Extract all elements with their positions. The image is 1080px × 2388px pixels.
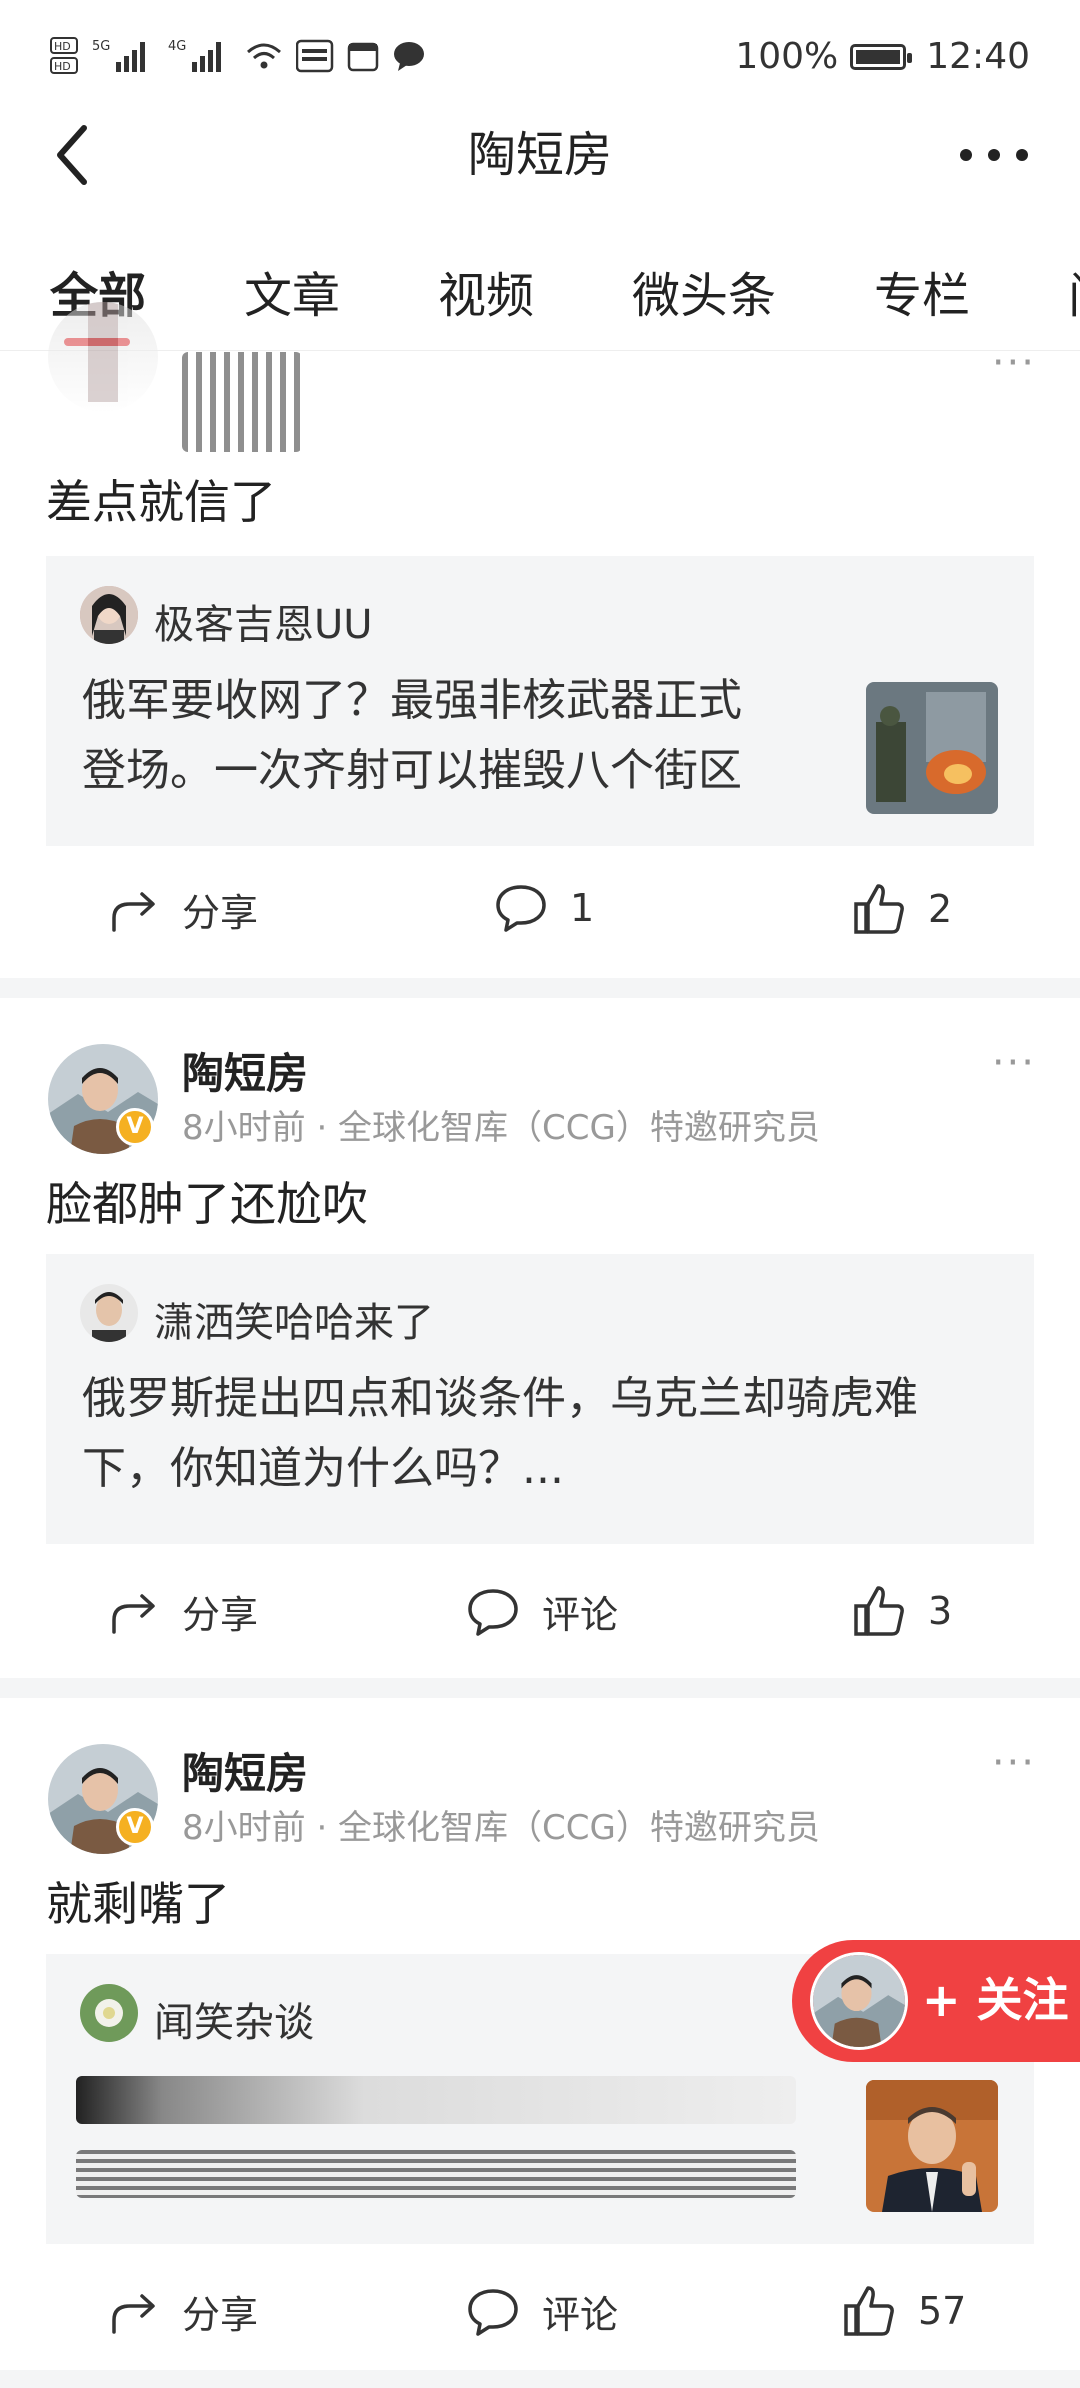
comment-label: 评论 [542, 2293, 619, 2337]
signal-4g-icon: 4G [168, 39, 221, 72]
quote-author-name: 闻笑杂谈 [154, 2000, 314, 2046]
calendar-icon [347, 42, 379, 72]
post-text: 脸都肿了还尬吹 [46, 1177, 368, 1231]
share-button[interactable]: 分享 [108, 882, 258, 937]
battery-icon [850, 43, 913, 70]
quote-author-name: 潇洒笑哈哈来了 [154, 1300, 434, 1346]
author-meta: 8小时前 · 全球化智库（CCG）特邀研究员 [182, 1808, 820, 1848]
tab-columns[interactable]: 专栏 [874, 256, 970, 326]
share-icon [112, 891, 155, 932]
quote-author-avatar [80, 1284, 138, 1342]
share-button[interactable]: 分享 [108, 2284, 258, 2339]
comment-icon [468, 2288, 518, 2336]
like-button[interactable]: 3 [852, 1584, 952, 1638]
author-name[interactable]: 陶短房 [182, 1040, 308, 1101]
tab-weitoutiao[interactable]: 微头条 [632, 256, 776, 326]
like-count: 57 [918, 2289, 967, 2333]
hd-icon: HD HD [50, 37, 78, 74]
quote-text: 俄军要收网了？最强非核武器正式 登场。一次齐射可以摧毁八个街区 [82, 666, 742, 806]
verified-badge-icon: V [116, 1808, 154, 1846]
quote-thumbnail [866, 682, 998, 814]
thumbs-up-icon [854, 884, 904, 934]
tab-qa[interactable]: 问 [1068, 256, 1080, 326]
post-text: 差点就信了 [46, 475, 276, 529]
status-right: 100% 12:40 [735, 36, 1030, 77]
comment-button[interactable]: 评论 [466, 1584, 618, 1639]
comment-button[interactable]: 评论 [466, 2284, 618, 2339]
comment-button[interactable]: 1 [494, 882, 594, 934]
tab-videos[interactable]: 视频 [438, 256, 534, 326]
comment-icon [496, 885, 546, 932]
quote-text: 俄罗斯提出四点和谈条件，乌克兰却骑虎难 下，你知道为什么吗？... [82, 1364, 918, 1504]
author-name-faded [182, 352, 302, 452]
status-left-icons: HD HD 5G 4G [50, 36, 426, 76]
quote-text-line: 下，你知道为什么吗？... [82, 1443, 564, 1494]
thumbs-up-icon [854, 1586, 904, 1636]
post-separator [0, 1678, 1080, 1698]
wifi-icon [247, 43, 281, 69]
like-count: 3 [928, 1589, 953, 1633]
quoted-post[interactable]: 潇洒笑哈哈来了 俄罗斯提出四点和谈条件，乌克兰却骑虎难 下，你知道为什么吗？..… [46, 1254, 1034, 1544]
like-button[interactable]: 2 [852, 882, 952, 936]
post-text: 就剩嘴了 [46, 1877, 230, 1931]
quoted-post[interactable]: 极客吉恩UU 俄军要收网了？最强非核武器正式 登场。一次齐射可以摧毁八个街区 [46, 556, 1034, 846]
svg-text:HD: HD [54, 40, 71, 53]
svg-text:HD: HD [54, 60, 71, 73]
svg-text:4G: 4G [168, 39, 186, 54]
quote-text-line: 俄罗斯提出四点和谈条件，乌克兰却骑虎难 [82, 1373, 918, 1424]
comment-label: 评论 [542, 1593, 619, 1637]
page-title: 陶短房 [467, 127, 612, 183]
status-bar: HD HD 5G 4G 100% 12:40 [0, 0, 1080, 120]
more-dots-icon[interactable] [954, 130, 1034, 180]
post-card[interactable]: ··· 差点就信了 极客吉恩UU 俄军要收网了？最强非核武器正式 登场。一次齐射… [0, 302, 1080, 972]
quote-text-line: 登场。一次齐射可以摧毁八个街区 [82, 745, 742, 796]
follow-label: + 关注 [922, 1973, 1069, 2027]
share-icon [112, 2293, 155, 2334]
quote-text-line: 俄军要收网了？最强非核武器正式 [82, 675, 742, 726]
verified-badge-icon: V [116, 1108, 154, 1146]
author-avatar[interactable] [48, 302, 158, 412]
share-label: 分享 [182, 1593, 259, 1637]
quote-text-blurred [76, 2150, 796, 2198]
quote-author-name: 极客吉恩UU [154, 602, 373, 648]
author-meta: 8小时前 · 全球化智库（CCG）特邀研究员 [182, 1108, 820, 1148]
post-separator [0, 978, 1080, 998]
like-count: 2 [928, 887, 953, 931]
quote-thumbnail [866, 2080, 998, 2212]
share-icon [112, 1593, 155, 1634]
post-more-dots-icon[interactable]: ··· [992, 1740, 1036, 1786]
toutiao-app-icon [296, 39, 334, 73]
post-separator [0, 2370, 1080, 2388]
thumbs-up-icon [844, 2286, 894, 2336]
tab-bar: 全部 文章 视频 微头条 专栏 问 [0, 240, 1080, 351]
tab-articles[interactable]: 文章 [244, 256, 340, 326]
quote-author-avatar [80, 1984, 138, 2042]
follow-button[interactable]: + 关注 [792, 1940, 1080, 2062]
quote-author-avatar [80, 586, 138, 644]
share-label: 分享 [182, 2293, 259, 2337]
post-card[interactable]: V 陶短房 8小时前 · 全球化智库（CCG）特邀研究员 ··· 脸都肿了还尬吹… [0, 998, 1080, 1678]
like-button[interactable]: 57 [842, 2284, 966, 2338]
author-name[interactable]: 陶短房 [182, 1740, 308, 1801]
follow-avatar [810, 1952, 908, 2050]
comment-count: 1 [570, 886, 595, 930]
quote-text-blurred [76, 2076, 796, 2124]
battery-percent: 100% [735, 36, 839, 77]
chat-bubble-icon [394, 42, 424, 71]
signal-5g-icon: 5G [92, 39, 145, 72]
comment-icon [468, 1588, 518, 1636]
post-more-dots-icon[interactable]: ··· [992, 1040, 1036, 1086]
clock: 12:40 [926, 36, 1030, 77]
share-label: 分享 [182, 891, 259, 935]
share-button[interactable]: 分享 [108, 1584, 258, 1639]
post-more-dots-icon[interactable]: ··· [992, 340, 1036, 386]
svg-text:5G: 5G [92, 39, 110, 54]
